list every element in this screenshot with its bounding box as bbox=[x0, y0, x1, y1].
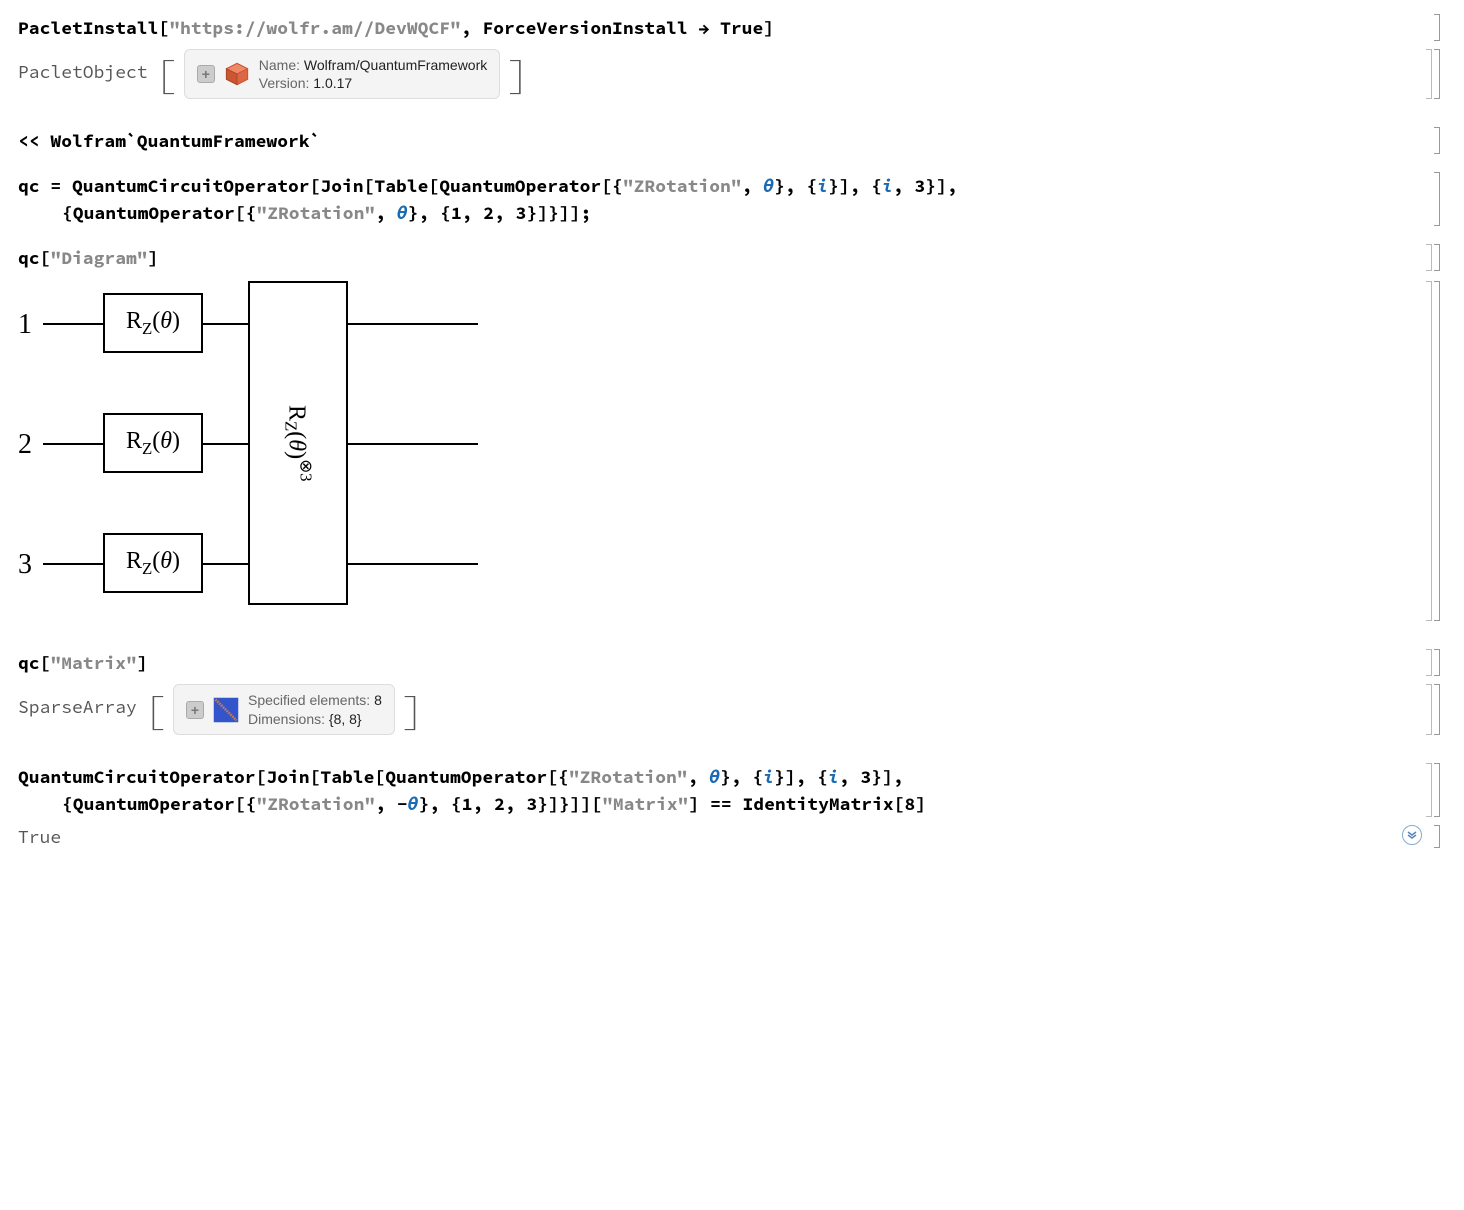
bracket-right-icon: ] bbox=[401, 694, 425, 726]
option-value: True bbox=[720, 16, 763, 39]
bracket-right-icon: ] bbox=[506, 58, 530, 90]
wire bbox=[348, 323, 478, 325]
fn-name: PacletInstall bbox=[18, 16, 158, 39]
output-cell-true: True bbox=[18, 825, 1446, 848]
output-cell-sparsearray: SparseArray [ + Specified elements: 8 Di… bbox=[18, 684, 1446, 734]
summary-panel: + Name: Wolfram/QuantumFramework Version… bbox=[184, 49, 500, 99]
output-cell-pacletobject: PacletObject [ + Name: Wolfram/QuantumFr… bbox=[18, 49, 1446, 99]
wire bbox=[348, 443, 478, 445]
cell-bracket[interactable] bbox=[1426, 49, 1440, 99]
cell-bracket[interactable] bbox=[1426, 244, 1440, 271]
version-label: Version: bbox=[259, 75, 310, 91]
gate-rz-2: RZ(θ) bbox=[103, 413, 203, 473]
output-value: True bbox=[18, 825, 1406, 848]
sparse-summary-box[interactable]: [ + Specified elements: 8 Dimensions: {8… bbox=[141, 684, 427, 734]
input-cell-matrix[interactable]: qc["Matrix"] bbox=[18, 649, 1446, 676]
paclet-cube-icon bbox=[223, 60, 251, 88]
elements-label: Specified elements: bbox=[248, 692, 370, 708]
input-cell-diagram[interactable]: qc["Diagram"] bbox=[18, 244, 1446, 271]
cell-bracket[interactable] bbox=[1426, 649, 1440, 676]
code-line[interactable]: PacletInstall["https://wolfr.am//DevWQCF… bbox=[18, 14, 1406, 41]
expand-button[interactable]: + bbox=[197, 65, 215, 83]
gate-rz-tensor: RZ(θ)⊗3 bbox=[248, 281, 348, 605]
name-value: Wolfram/QuantumFramework bbox=[304, 57, 487, 73]
wire bbox=[43, 563, 103, 565]
chevron-down-icon bbox=[1407, 830, 1417, 840]
input-cell-identity-check[interactable]: QuantumCircuitOperator[Join[Table[Quantu… bbox=[18, 763, 1446, 817]
code-line-1[interactable]: QuantumCircuitOperator[Join[Table[Quantu… bbox=[18, 763, 1406, 790]
output-cell-diagram: 1 2 3 RZ(θ) RZ(θ) RZ(θ) RZ(θ)⊗3 bbox=[18, 281, 1446, 621]
elements-value: 8 bbox=[374, 692, 382, 708]
dimensions-label: Dimensions: bbox=[248, 711, 325, 727]
bracket-left-icon: [ bbox=[154, 58, 178, 90]
wire bbox=[203, 443, 248, 445]
cell-bracket[interactable] bbox=[1434, 825, 1440, 848]
code-line-2[interactable]: {QuantumOperator[{"ZRotation", θ}, {1, 2… bbox=[18, 199, 1406, 226]
paclet-summary-box[interactable]: [ + Name: Wolfram/QuantumFramework Versi… bbox=[152, 49, 532, 99]
cell-bracket[interactable] bbox=[1426, 281, 1440, 621]
cell-bracket[interactable] bbox=[1434, 172, 1440, 226]
gate-rz-1: RZ(θ) bbox=[103, 293, 203, 353]
wire bbox=[43, 443, 103, 445]
code-line[interactable]: << Wolfram`QuantumFramework` bbox=[18, 127, 1406, 154]
cell-bracket[interactable] bbox=[1426, 763, 1440, 817]
output-head: PacletObject bbox=[18, 60, 148, 83]
input-cell-qc-def[interactable]: qc = QuantumCircuitOperator[Join[Table[Q… bbox=[18, 172, 1446, 226]
expand-button[interactable]: + bbox=[186, 701, 204, 719]
gate-rz-3: RZ(θ) bbox=[103, 533, 203, 593]
code-line-1[interactable]: qc = QuantumCircuitOperator[Join[Table[Q… bbox=[18, 172, 1406, 199]
url-string: "https://wolfr.am//DevWQCF" bbox=[169, 16, 461, 39]
wire bbox=[348, 563, 478, 565]
sparse-matrix-icon bbox=[212, 696, 240, 724]
panel-info: Specified elements: 8 Dimensions: {8, 8} bbox=[248, 691, 382, 727]
dimensions-value: {8, 8} bbox=[329, 711, 362, 727]
wire-label-2: 2 bbox=[18, 429, 32, 461]
code-line-2[interactable]: {QuantumOperator[{"ZRotation", -θ}, {1, … bbox=[18, 790, 1406, 817]
cell-bracket[interactable] bbox=[1426, 684, 1440, 734]
input-cell-load[interactable]: << Wolfram`QuantumFramework` bbox=[18, 127, 1446, 154]
cell-bracket[interactable] bbox=[1434, 127, 1440, 154]
scroll-down-button[interactable] bbox=[1402, 825, 1422, 845]
code-line[interactable]: qc["Matrix"] bbox=[18, 649, 1406, 676]
output-head: SparseArray bbox=[18, 696, 137, 719]
input-cell-pacletinstall[interactable]: PacletInstall["https://wolfr.am//DevWQCF… bbox=[18, 14, 1446, 41]
wire bbox=[43, 323, 103, 325]
quantum-circuit-diagram: 1 2 3 RZ(θ) RZ(θ) RZ(θ) RZ(θ)⊗3 bbox=[18, 281, 488, 621]
wire-label-3: 3 bbox=[18, 549, 32, 581]
name-label: Name: bbox=[259, 57, 300, 73]
bracket-left-icon: [ bbox=[143, 694, 167, 726]
wire bbox=[203, 323, 248, 325]
panel-info: Name: Wolfram/QuantumFramework Version: … bbox=[259, 56, 487, 92]
wire bbox=[203, 563, 248, 565]
wire-label-1: 1 bbox=[18, 309, 32, 341]
code-line[interactable]: qc["Diagram"] bbox=[18, 244, 1406, 271]
option-key: ForceVersionInstall bbox=[482, 16, 687, 39]
cell-bracket[interactable] bbox=[1434, 14, 1440, 41]
rule-arrow-icon: → bbox=[698, 16, 709, 39]
version-value: 1.0.17 bbox=[313, 75, 352, 91]
summary-panel: + Specified elements: 8 Dimensions: {8, … bbox=[173, 684, 395, 734]
